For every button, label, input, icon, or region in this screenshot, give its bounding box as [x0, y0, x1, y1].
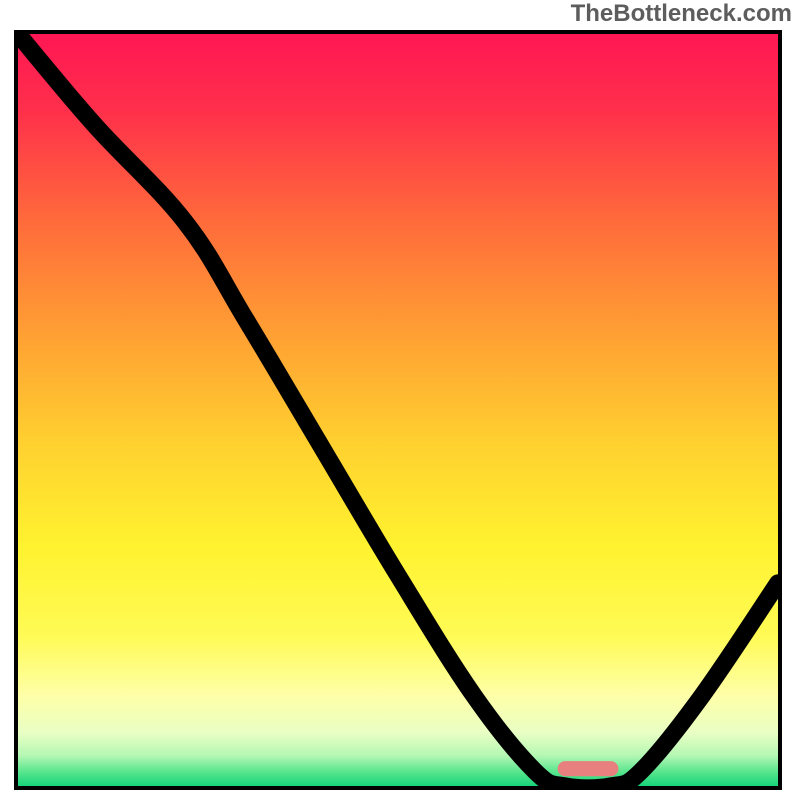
- chart-frame: TheBottleneck.com: [0, 0, 800, 800]
- bottleneck-chart-svg: [18, 34, 778, 786]
- optimal-range-marker: [558, 761, 619, 776]
- severity-gradient-background: [18, 34, 778, 786]
- plot-area: [14, 30, 782, 790]
- watermark-text: TheBottleneck.com: [571, 0, 792, 28]
